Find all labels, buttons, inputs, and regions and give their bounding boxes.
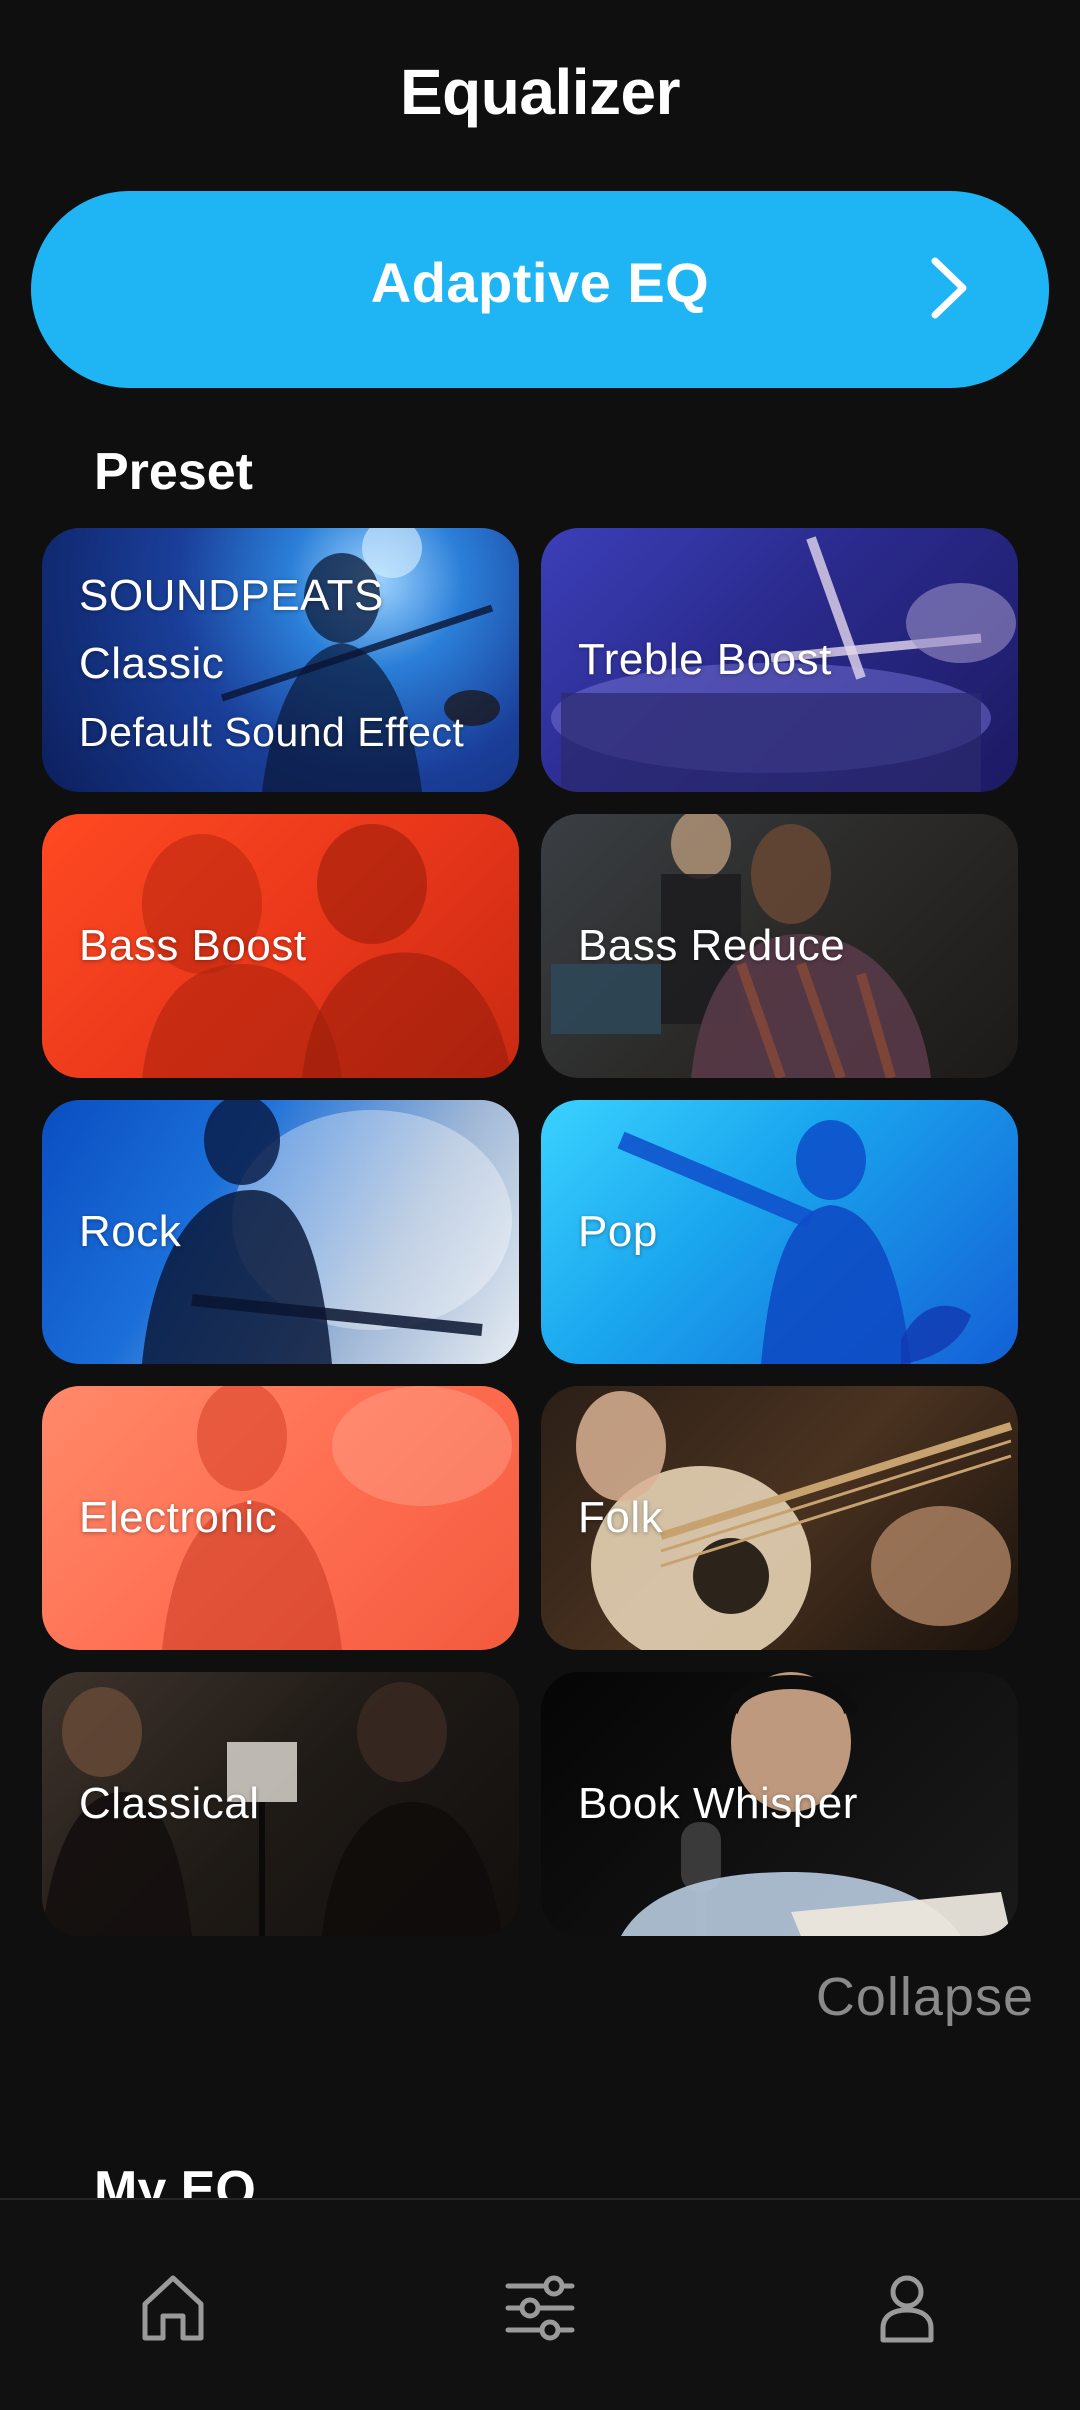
card-label: Pop	[578, 1207, 658, 1256]
nav-profile-button[interactable]	[867, 2268, 947, 2348]
card-label: Book Whisper	[578, 1779, 858, 1828]
card-label: Classical	[79, 1779, 260, 1828]
card-title-line-2: Classic	[79, 639, 225, 688]
preset-card-pop[interactable]: Pop	[541, 1100, 1018, 1364]
card-label: Folk	[578, 1493, 664, 1542]
chevron-right-icon	[931, 257, 967, 319]
profile-icon	[880, 2275, 934, 2343]
preset-card-electronic[interactable]: Electronic	[42, 1386, 519, 1650]
page-title: Equalizer	[399, 56, 681, 128]
bottom-nav	[0, 2198, 1080, 2410]
adaptive-eq-button[interactable]: Adaptive EQ	[31, 191, 1049, 388]
equalizer-sliders-icon	[505, 2275, 575, 2341]
card-label: Rock	[79, 1207, 182, 1256]
preset-card-rock[interactable]: Rock	[42, 1100, 519, 1364]
adaptive-eq-label: Adaptive EQ	[370, 251, 710, 314]
preset-card-book-whisper[interactable]: Book Whisper	[541, 1672, 1018, 1936]
card-title-line-1: SOUNDPEATS	[79, 571, 384, 620]
home-icon	[142, 2275, 204, 2341]
nav-home-button[interactable]	[133, 2268, 213, 2348]
preset-card-classical[interactable]: Classical	[42, 1672, 519, 1936]
preset-card-bass-boost[interactable]: Bass Boost	[42, 814, 519, 1078]
collapse-button[interactable]: Collapse	[816, 1966, 1034, 2028]
card-label: Bass Reduce	[578, 921, 846, 970]
card-label: Electronic	[79, 1493, 278, 1542]
card-subtitle: Default Sound Effect	[79, 709, 465, 755]
preset-card-bass-reduce[interactable]: Bass Reduce	[541, 814, 1018, 1078]
card-label: Treble Boost	[578, 635, 832, 684]
card-label: Bass Boost	[79, 921, 307, 970]
preset-grid: SOUNDPEATS Classic Default Sound Effect …	[42, 528, 1018, 1936]
preset-card-treble-boost[interactable]: Treble Boost	[541, 528, 1018, 792]
preset-card-soundpeats-classic[interactable]: SOUNDPEATS Classic Default Sound Effect	[42, 528, 519, 792]
preset-card-folk[interactable]: Folk	[541, 1386, 1018, 1650]
nav-equalizer-button[interactable]	[500, 2268, 580, 2348]
equalizer-screen: Equalizer Adaptive EQ Preset SOUNDPEATS …	[0, 0, 1080, 2410]
preset-section-title: Preset	[94, 443, 253, 501]
